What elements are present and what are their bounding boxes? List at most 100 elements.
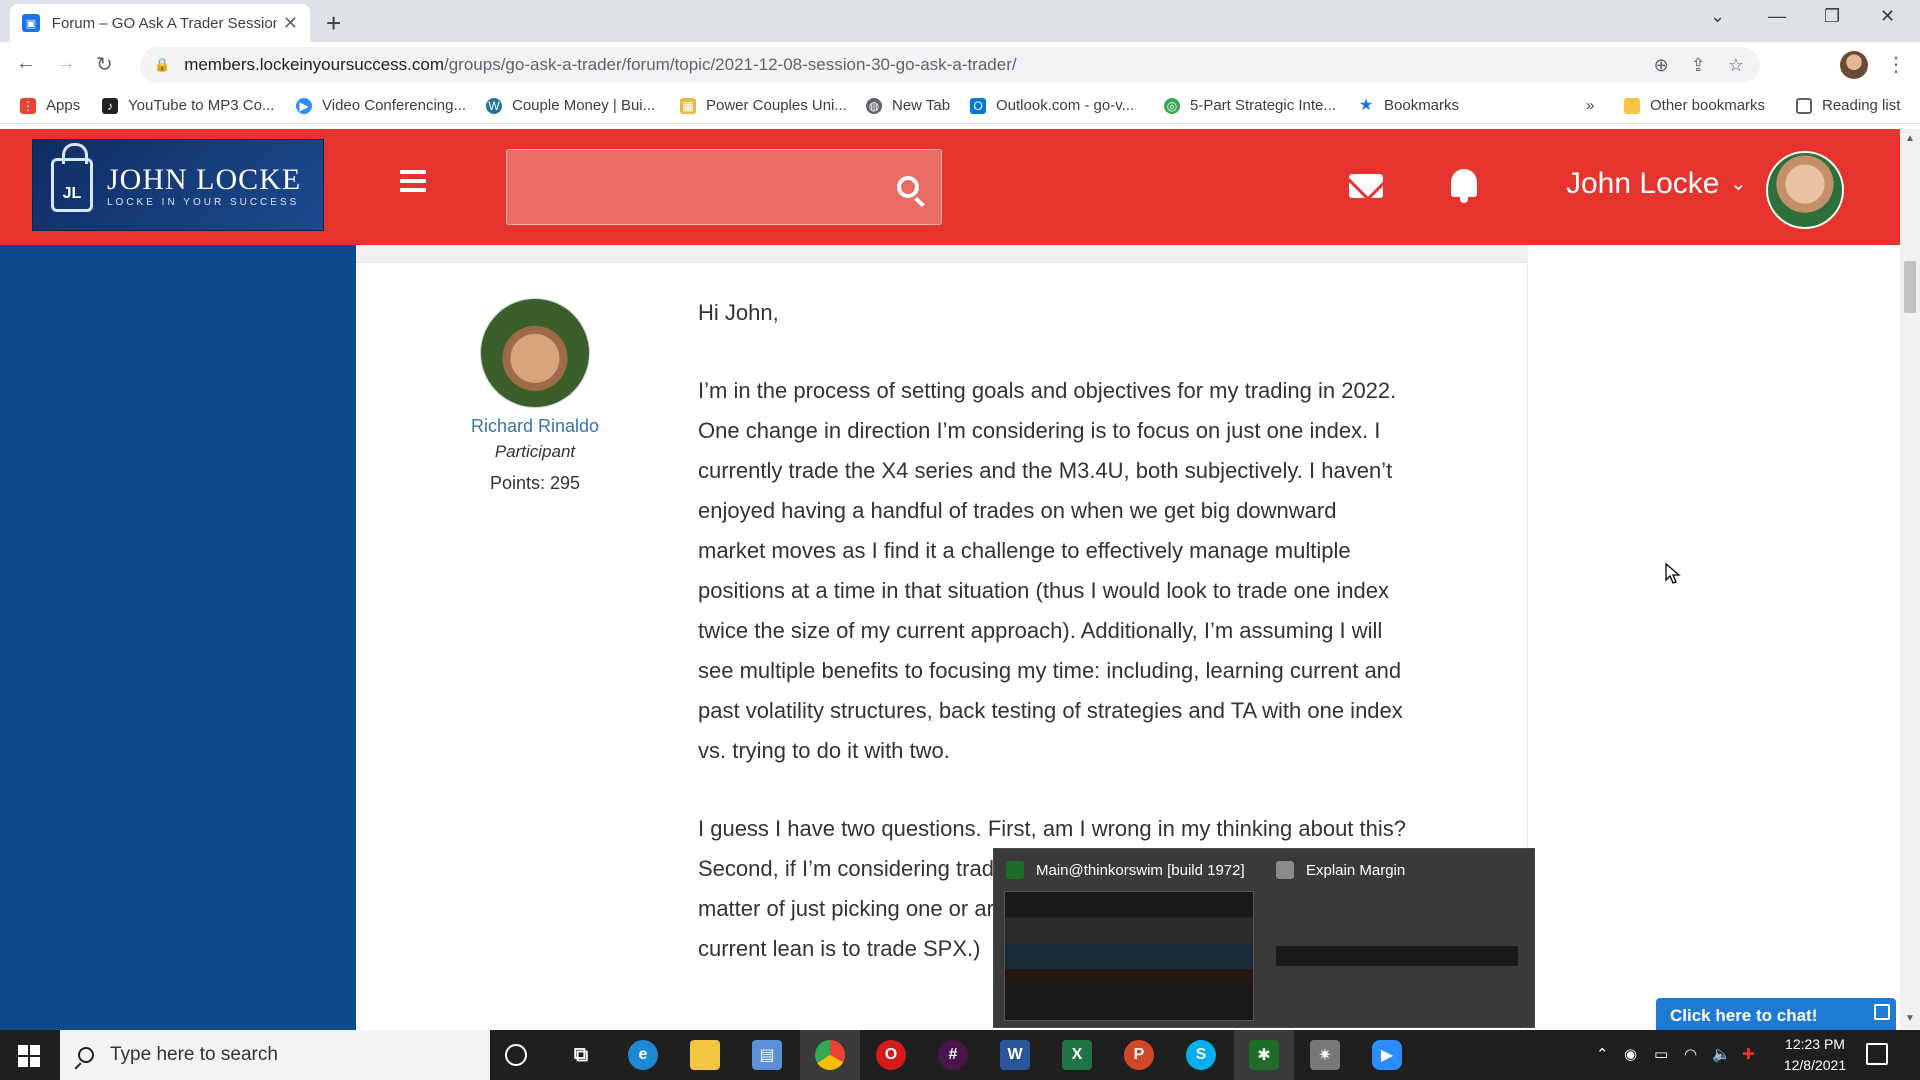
browser-toolbar: ← → ↻ 🔒 members.lockeinyoursuccess.com/g… (0, 42, 1920, 88)
url-path: /groups/go-ask-a-trader/forum/topic/2021… (444, 55, 1017, 74)
task-view-icon[interactable]: ⧉ (566, 1040, 596, 1070)
slack-icon[interactable]: # (938, 1040, 968, 1070)
bookmark-power-couples[interactable]: ▦ Power Couples Uni... (680, 97, 847, 114)
bookmark-outlook[interactable]: O Outlook.com - go-v... (970, 97, 1134, 114)
author-points: Points: 295 (489, 473, 581, 493)
spiral-icon: ◎ (1164, 97, 1180, 114)
opera-icon[interactable]: O (876, 1040, 906, 1070)
action-center-icon[interactable] (1866, 1043, 1888, 1065)
file-explorer-icon[interactable] (690, 1040, 720, 1070)
scroll-up-arrow-icon[interactable]: ▲ (1905, 133, 1915, 144)
globe-icon: ◍ (866, 97, 882, 114)
page-scrollbar[interactable]: ▲ ▼ (1900, 129, 1920, 1030)
zoom-taskbar-icon[interactable]: ▶ (1372, 1040, 1402, 1070)
more-bookmarks-chevron[interactable]: » (1586, 97, 1594, 114)
logo-name: JOHN LOCKE (107, 162, 302, 196)
restore-button[interactable]: ❐ (1824, 6, 1840, 27)
tray-alert-icon[interactable]: ✚ (1742, 1045, 1755, 1063)
reload-icon[interactable]: ↻ (96, 52, 113, 77)
thinkorswim-taskbar-icon[interactable]: ✱ (1249, 1040, 1279, 1070)
close-window-button[interactable]: ✕ (1880, 6, 1895, 27)
preview-item-thinkorswim[interactable]: Main@thinkorswim [build 1972] (1006, 861, 1245, 879)
thinkorswim-thumbnail[interactable] (1004, 891, 1254, 1021)
lock-icon[interactable]: 🔒 (154, 57, 170, 73)
author-avatar[interactable] (480, 298, 590, 408)
folder-thumb-icon: ▦ (680, 97, 696, 114)
other-bookmarks[interactable]: Other bookmarks (1624, 97, 1765, 114)
user-avatar[interactable] (1766, 151, 1844, 229)
wifi-icon[interactable]: ◠ (1684, 1045, 1697, 1063)
share-icon[interactable]: ⇪ (1691, 55, 1706, 76)
hamburger-menu-icon[interactable] (400, 170, 426, 192)
bookmark-apps[interactable]: ⋮ Apps (20, 97, 80, 114)
preview-item-explain-margin[interactable]: Explain Margin (1276, 861, 1405, 879)
wordpress-icon: W (486, 97, 502, 114)
site-search-input[interactable] (506, 149, 942, 225)
tab-title: Forum – GO Ask A Trader Session (51, 14, 277, 32)
zoom-icon: ▶ (296, 97, 312, 114)
skype-icon[interactable]: S (1186, 1040, 1216, 1070)
edge-icon[interactable]: e (628, 1040, 658, 1070)
chat-expand-icon[interactable] (1874, 1004, 1890, 1020)
bookmark-new-tab[interactable]: ◍ New Tab (866, 97, 950, 114)
chrome-icon[interactable] (815, 1040, 845, 1070)
windows-start-icon[interactable] (18, 1045, 40, 1067)
taskbar-clock[interactable]: 12:23 PM 12/8/2021 (1770, 1034, 1860, 1076)
address-bar[interactable]: 🔒 members.lockeinyoursuccess.com/groups/… (140, 47, 1760, 83)
cortana-icon[interactable] (505, 1044, 527, 1066)
post-greeting: Hi John, (698, 300, 779, 325)
apps-grid-icon: ⋮ (20, 97, 36, 114)
author-name-link[interactable]: Richard Rinaldo (426, 416, 644, 437)
folder-icon (1624, 97, 1640, 114)
word-icon[interactable]: W (1000, 1040, 1030, 1070)
music-note-icon: ♪ (102, 97, 118, 114)
left-sidebar (0, 245, 356, 1030)
search-icon[interactable] (897, 176, 919, 198)
reading-list[interactable]: Reading list (1796, 97, 1900, 114)
messages-icon[interactable] (1349, 174, 1383, 198)
chevron-down-icon[interactable]: ⌄ (1730, 171, 1747, 196)
bookmark-video-conferencing[interactable]: ▶ Video Conferencing... (296, 97, 466, 114)
bookmark-star-icon[interactable]: ☆ (1728, 55, 1744, 76)
tab-close-icon[interactable]: ✕ (283, 13, 298, 34)
volume-icon[interactable]: 🔈 (1712, 1045, 1731, 1063)
back-arrow-icon[interactable]: ← (16, 52, 36, 75)
bookmark-bookmarks[interactable]: ★ Bookmarks (1358, 97, 1459, 114)
chat-button[interactable]: Click here to chat! (1656, 998, 1896, 1032)
new-tab-button[interactable]: + (326, 8, 341, 39)
notes-app-icon[interactable]: ▤ (752, 1040, 782, 1070)
bookmark-strategic[interactable]: ◎ 5-Part Strategic Inte... (1164, 97, 1336, 114)
bookmarks-bar: ⋮ Apps ♪ YouTube to MP3 Co... ▶ Video Confe… (0, 88, 1920, 124)
notifications-bell-icon[interactable] (1451, 169, 1477, 203)
bookmark-couple-money[interactable]: W Couple Money | Bui... (486, 97, 655, 114)
site-logo[interactable]: JL JOHN LOCKE LOCKE IN YOUR SUCCESS (32, 139, 324, 231)
taskbar-window-preview: Main@thinkorswim [build 1972] Explain Ma… (993, 848, 1535, 1028)
search-icon (78, 1047, 94, 1063)
browser-menu-icon[interactable]: ⋮ (1886, 52, 1906, 77)
app-taskbar-icon[interactable]: ✷ (1310, 1040, 1340, 1070)
scroll-down-arrow-icon[interactable]: ▼ (1905, 1013, 1915, 1024)
explain-margin-icon (1276, 861, 1294, 879)
explain-margin-thumbnail[interactable] (1276, 946, 1518, 966)
battery-icon[interactable]: ▭ (1654, 1045, 1668, 1063)
browser-tab-strip: ▣ Forum – GO Ask A Trader Session ✕ + ⌄ … (0, 0, 1920, 42)
minimize-button[interactable]: — (1768, 6, 1786, 27)
zoom-icon[interactable]: ⊕ (1654, 55, 1669, 76)
user-menu-name[interactable]: John Locke (1566, 167, 1719, 201)
right-sidebar (1528, 245, 1900, 1030)
taskbar-search-input[interactable]: Type here to search (60, 1030, 490, 1080)
author-role: Participant (494, 442, 576, 461)
forward-arrow-icon[interactable]: → (56, 52, 76, 75)
tray-chevron-icon[interactable]: ⌃ (1596, 1045, 1609, 1063)
powerpoint-icon[interactable]: P (1124, 1040, 1154, 1070)
scroll-thumb[interactable] (1904, 261, 1916, 313)
tray-app-icon[interactable]: ◉ (1624, 1045, 1637, 1063)
browser-tab[interactable]: ▣ Forum – GO Ask A Trader Session ✕ (10, 4, 310, 42)
url-host: members.lockeinyoursuccess.com (184, 55, 444, 74)
browser-profile-avatar[interactable] (1840, 51, 1868, 79)
windows-taskbar: Type here to search ⧉ e ▤ O # W X P S ✱ … (0, 1030, 1920, 1080)
excel-icon[interactable]: X (1062, 1040, 1092, 1070)
tab-search-icon[interactable]: ⌄ (1710, 6, 1725, 27)
bookmark-youtube-mp3[interactable]: ♪ YouTube to MP3 Co... (102, 97, 274, 114)
reading-list-icon (1796, 97, 1812, 114)
